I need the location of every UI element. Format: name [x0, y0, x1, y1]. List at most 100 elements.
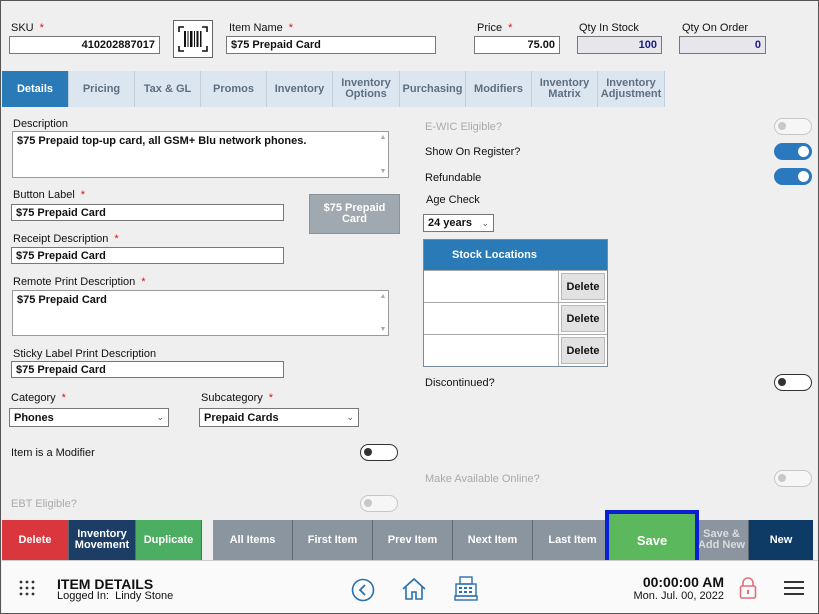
- category-select[interactable]: Phones ⌄: [9, 408, 169, 427]
- tab-tax-gl[interactable]: Tax & GL: [135, 71, 201, 107]
- subcategory-value: Prepaid Cards: [204, 411, 279, 424]
- back-icon[interactable]: [351, 578, 375, 602]
- price-input[interactable]: 75.00: [474, 36, 560, 54]
- remote-print-scrollbar[interactable]: ▲ ▼: [379, 293, 387, 333]
- scroll-down-icon: ▼: [379, 168, 387, 175]
- sticky-label-input[interactable]: $75 Prepaid Card: [11, 361, 284, 378]
- clock-time: 00:00:00 AM: [642, 574, 724, 590]
- chevron-down-icon: ⌄: [156, 412, 164, 422]
- age-check-select[interactable]: 24 years ⌄: [423, 214, 494, 232]
- sku-input[interactable]: 410202887017: [9, 36, 160, 54]
- subcategory-select[interactable]: Prepaid Cards ⌄: [199, 408, 359, 427]
- chevron-down-icon: ⌄: [346, 412, 354, 422]
- delete-location-button[interactable]: Delete: [561, 305, 605, 332]
- scroll-down-icon: ▼: [379, 326, 387, 333]
- stock-location-cell[interactable]: [424, 271, 559, 302]
- all-items-button[interactable]: All Items: [213, 520, 293, 560]
- category-label: Category *: [11, 392, 66, 404]
- last-item-button[interactable]: Last Item: [533, 520, 613, 560]
- age-check-value: 24 years: [428, 217, 473, 229]
- description-label: Description: [13, 118, 69, 130]
- ewic-label: E-WIC Eligible?: [425, 121, 503, 133]
- ebt-toggle[interactable]: [360, 495, 398, 512]
- delete-location-button[interactable]: Delete: [561, 337, 605, 364]
- stock-location-cell[interactable]: [424, 335, 559, 366]
- hamburger-menu-icon[interactable]: [784, 580, 804, 596]
- delete-button[interactable]: Delete: [2, 520, 69, 560]
- qty-order-value: 0: [679, 36, 766, 54]
- qty-order-label: Qty On Order: [682, 22, 749, 34]
- age-check-label: Age Check: [426, 194, 480, 206]
- button-preview: $75 Prepaid Card: [309, 194, 400, 234]
- tab-purchasing[interactable]: Purchasing: [400, 71, 466, 107]
- item-name-label: Item Name *: [229, 22, 294, 34]
- tab-inventory[interactable]: Inventory: [267, 71, 333, 107]
- ewic-toggle[interactable]: [774, 118, 812, 135]
- tab-pricing[interactable]: Pricing: [69, 71, 135, 107]
- qty-stock-label: Qty In Stock: [579, 22, 639, 34]
- tab-bar: Details Pricing Tax & GL Promos Inventor…: [2, 71, 665, 107]
- receipt-description-label: Receipt Description *: [13, 233, 119, 245]
- new-button[interactable]: New: [749, 520, 813, 560]
- discontinued-toggle[interactable]: [774, 374, 812, 391]
- stock-location-row: Delete: [424, 270, 607, 302]
- scroll-up-icon: ▲: [379, 134, 387, 141]
- item-details-window: SKU * 410202887017 Item Name * $75 Prepaid…: [0, 0, 819, 614]
- logged-in-info: Logged In: Lindy Stone: [57, 590, 174, 602]
- app-grid-icon[interactable]: [19, 580, 35, 596]
- receipt-description-input[interactable]: $75 Prepaid Card: [11, 247, 284, 264]
- footer-bar: ITEM DETAILS Logged In: Lindy Stone 00:0…: [2, 560, 818, 613]
- lock-icon[interactable]: [739, 576, 757, 600]
- tab-promos[interactable]: Promos: [201, 71, 267, 107]
- online-label: Make Available Online?: [425, 473, 540, 485]
- remote-print-label: Remote Print Description *: [13, 276, 146, 288]
- barcode-scan-button[interactable]: [173, 20, 213, 58]
- ebt-label: EBT Eligible?: [11, 498, 77, 510]
- show-register-label: Show On Register?: [425, 146, 521, 158]
- tab-inventory-adjustment[interactable]: Inventory Adjustment: [598, 71, 665, 107]
- barcode-icon: [178, 26, 208, 52]
- register-icon[interactable]: [454, 576, 478, 602]
- inventory-movement-button[interactable]: Inventory Movement: [69, 520, 136, 560]
- refundable-label: Refundable: [425, 172, 482, 184]
- action-bar-spacer: [202, 520, 213, 560]
- stock-location-cell[interactable]: [424, 303, 559, 334]
- delete-location-button[interactable]: Delete: [561, 273, 605, 300]
- remote-print-text: $75 Prepaid Card: [17, 294, 107, 306]
- show-register-toggle[interactable]: [774, 143, 812, 160]
- clock-date: Mon. Jul. 00, 2022: [633, 590, 724, 602]
- description-text: $75 Prepaid top-up card, all GSM+ Blu ne…: [17, 135, 307, 147]
- stock-location-row: Delete: [424, 334, 607, 366]
- tab-details[interactable]: Details: [2, 71, 69, 107]
- remote-print-textarea[interactable]: $75 Prepaid Card ▲ ▼: [12, 290, 389, 336]
- stock-locations-table: Stock Locations Delete Delete Delete: [423, 239, 608, 367]
- first-item-button[interactable]: First Item: [293, 520, 373, 560]
- next-item-button[interactable]: Next Item: [453, 520, 533, 560]
- subcategory-label: Subcategory *: [201, 392, 274, 404]
- logged-in-user: Lindy Stone: [115, 590, 174, 602]
- home-icon[interactable]: [401, 577, 427, 601]
- scroll-up-icon: ▲: [379, 293, 387, 300]
- tab-modifiers[interactable]: Modifiers: [466, 71, 532, 107]
- discontinued-label: Discontinued?: [425, 377, 495, 389]
- save-add-new-button[interactable]: Save & Add New: [695, 520, 749, 560]
- description-scrollbar[interactable]: ▲ ▼: [379, 134, 387, 175]
- button-label-label: Button Label *: [13, 189, 86, 201]
- modifier-label: Item is a Modifier: [11, 447, 95, 459]
- tab-inventory-options[interactable]: Inventory Options: [333, 71, 400, 107]
- refundable-toggle[interactable]: [774, 168, 812, 185]
- category-value: Phones: [14, 411, 54, 424]
- stock-location-row: Delete: [424, 302, 607, 334]
- tab-inventory-matrix[interactable]: Inventory Matrix: [532, 71, 598, 107]
- item-name-input[interactable]: $75 Prepaid Card: [226, 36, 436, 54]
- sku-label: SKU *: [11, 22, 44, 34]
- button-label-input[interactable]: $75 Prepaid Card: [11, 204, 284, 221]
- description-textarea[interactable]: $75 Prepaid top-up card, all GSM+ Blu ne…: [12, 131, 389, 178]
- modifier-toggle[interactable]: [360, 444, 398, 461]
- prev-item-button[interactable]: Prev Item: [373, 520, 453, 560]
- online-toggle[interactable]: [774, 470, 812, 487]
- duplicate-button[interactable]: Duplicate: [136, 520, 202, 560]
- price-label: Price *: [477, 22, 513, 34]
- sticky-label-label: Sticky Label Print Description: [13, 348, 157, 360]
- chevron-down-icon: ⌄: [481, 217, 489, 228]
